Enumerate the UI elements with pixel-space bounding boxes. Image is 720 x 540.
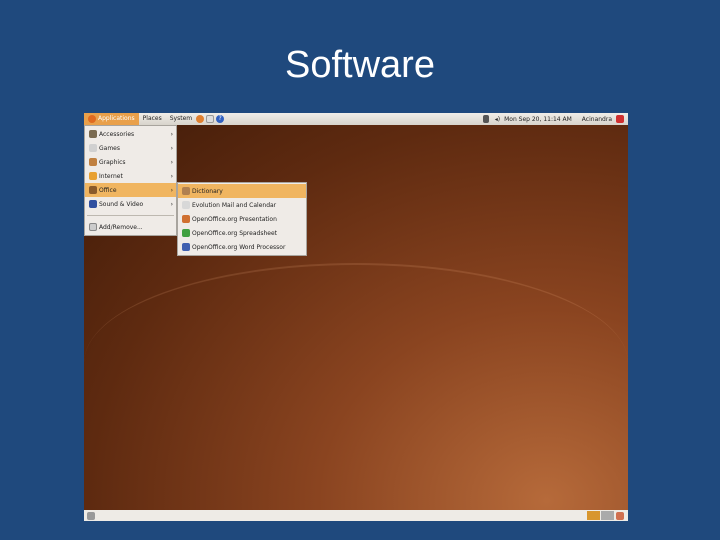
menu-item-label: Evolution Mail and Calendar: [192, 201, 277, 209]
menu-item-label: OpenOffice.org Presentation: [192, 215, 277, 223]
menu-item-label: OpenOffice.org Spreadsheet: [192, 229, 277, 237]
chevron-right-icon: ›: [170, 200, 173, 208]
office-submenu: Dictionary Evolution Mail and Calendar Ope…: [177, 182, 307, 256]
menu-item-add-remove[interactable]: Add/Remove...: [85, 220, 176, 234]
menu-item-label: Graphics: [99, 158, 126, 166]
mail-icon: [182, 201, 190, 209]
menu-item-label: Sound & Video: [99, 200, 144, 208]
menu-label: Applications: [98, 115, 135, 122]
ubuntu-desktop-screenshot: Applications Places System ? ◂) Mon Sep …: [84, 113, 628, 521]
games-icon: [89, 144, 97, 152]
menu-item-graphics[interactable]: Graphics ›: [85, 155, 176, 169]
show-desktop-icon[interactable]: [87, 511, 95, 520]
network-icon[interactable]: [482, 115, 489, 123]
presentation-icon: [182, 215, 190, 223]
workspace-2[interactable]: [601, 511, 614, 520]
firefox-icon[interactable]: [196, 115, 205, 123]
clock[interactable]: Mon Sep 20, 11:14 AM: [504, 116, 572, 123]
menu-item-label: Internet: [99, 172, 123, 180]
menu-item-label: Add/Remove...: [99, 223, 143, 231]
graphics-icon: [89, 158, 97, 166]
menu-applications[interactable]: Applications: [84, 113, 139, 125]
trash-icon[interactable]: [616, 511, 624, 520]
menu-item-openoffice-org-spreadsheet[interactable]: OpenOffice.org Spreadsheet: [178, 226, 306, 240]
menu-system[interactable]: System: [166, 113, 196, 125]
chevron-right-icon: ›: [170, 130, 173, 138]
accessories-icon: [89, 130, 97, 138]
word-processor-icon: [182, 243, 190, 251]
menu-item-label: OpenOffice.org Word Processor: [192, 243, 286, 251]
volume-icon[interactable]: ◂): [495, 116, 500, 123]
menu-item-openoffice-org-word-processor[interactable]: OpenOffice.org Word Processor: [178, 240, 306, 254]
menu-item-games[interactable]: Games ›: [85, 141, 176, 155]
separator: [87, 215, 174, 216]
menu-item-sound-video[interactable]: Sound & Video ›: [85, 197, 176, 211]
shutdown-icon[interactable]: [616, 115, 624, 123]
menu-item-label: Accessories: [99, 130, 135, 138]
sound-video-icon: [89, 200, 97, 208]
menu-item-label: Office: [99, 186, 117, 194]
office-icon: [89, 186, 97, 194]
chevron-right-icon: ›: [170, 172, 173, 180]
menu-item-openoffice-org-presentation[interactable]: OpenOffice.org Presentation: [178, 212, 306, 226]
help-icon[interactable]: ?: [216, 115, 225, 123]
top-panel: Applications Places System ? ◂) Mon Sep …: [84, 113, 628, 125]
user-name[interactable]: Acinandra: [582, 116, 612, 123]
chevron-right-icon: ›: [170, 158, 173, 166]
add-remove-icon: [89, 223, 97, 231]
menu-places[interactable]: Places: [139, 113, 166, 125]
bottom-panel: [84, 510, 628, 521]
slide-title: Software: [285, 44, 435, 86]
wallpaper-swirl: [84, 263, 628, 463]
chevron-right-icon: ›: [170, 144, 173, 152]
dictionary-icon: [182, 187, 190, 195]
spreadsheet-icon: [182, 229, 190, 237]
menu-item-internet[interactable]: Internet ›: [85, 169, 176, 183]
menu-item-evolution-mail-and-calendar[interactable]: Evolution Mail and Calendar: [178, 198, 306, 212]
menu-item-accessories[interactable]: Accessories ›: [85, 127, 176, 141]
menu-item-label: Dictionary: [192, 187, 223, 195]
menu-item-label: Games: [99, 144, 120, 152]
ubuntu-logo-icon: [88, 114, 96, 123]
mail-icon[interactable]: [206, 115, 215, 123]
chevron-right-icon: ›: [170, 186, 173, 194]
workspace-1[interactable]: [587, 511, 600, 520]
applications-menu: Accessories › Games › Graphics › Internet › Offi…: [84, 125, 177, 236]
menu-item-office[interactable]: Office ›: [85, 183, 176, 197]
menu-item-dictionary[interactable]: Dictionary: [178, 184, 306, 198]
internet-icon: [89, 172, 97, 180]
